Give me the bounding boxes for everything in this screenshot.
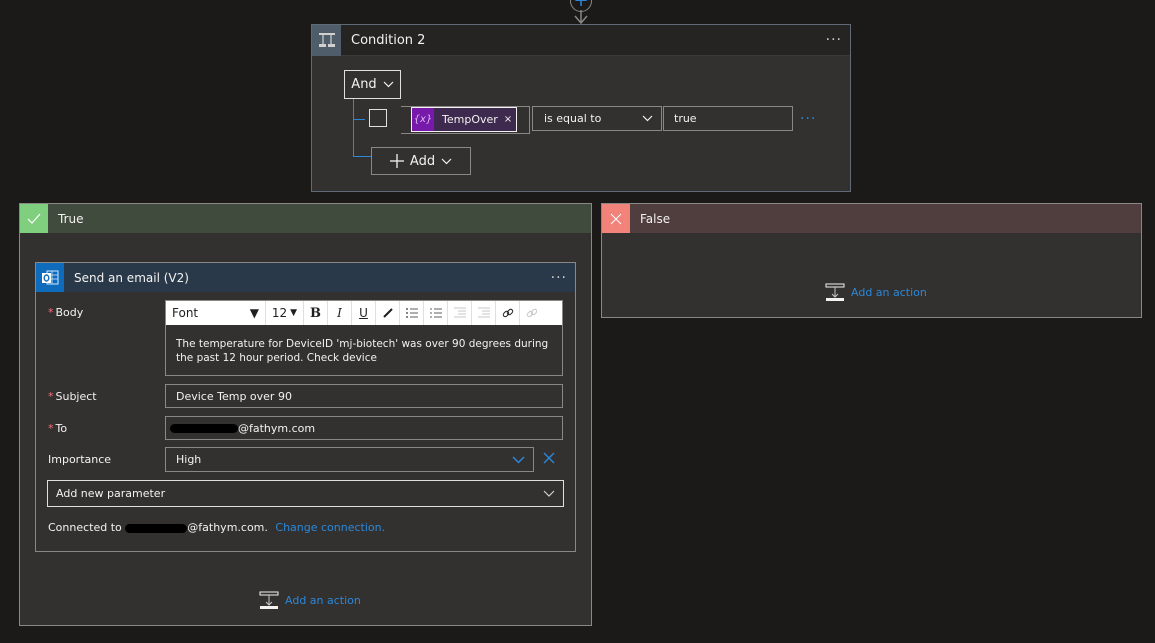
chevron-down-icon (512, 455, 525, 464)
operator-label: is equal to (544, 112, 602, 125)
required-marker: * (48, 422, 54, 435)
variable-icon: {x} (412, 108, 434, 131)
editor-toolbar: Font ▼ 12 ▼ B I U (166, 301, 562, 325)
unlink-icon (526, 308, 538, 318)
required-marker: * (48, 390, 54, 403)
dynamic-content-token[interactable]: {x} TempOver × (411, 107, 517, 132)
plus-icon (389, 154, 404, 168)
bullet-list-icon (405, 308, 418, 318)
body-label-text: Body (55, 306, 84, 319)
send-email-title[interactable]: Send an email (V2) (74, 271, 551, 285)
font-size-dropdown[interactable]: 12 ▼ (266, 301, 304, 325)
add-action-icon (825, 283, 845, 301)
chevron-down-icon (642, 115, 653, 122)
action-more-button[interactable]: ··· (551, 270, 575, 286)
decrease-indent-button[interactable] (472, 301, 496, 325)
redacted-email (125, 523, 188, 533)
false-branch: False Add an action (601, 203, 1142, 318)
false-add-action-button[interactable]: Add an action (825, 283, 927, 302)
tree-line (353, 99, 354, 156)
connection-prefix: Connected to (48, 521, 126, 534)
true-branch-header[interactable]: True (20, 204, 591, 233)
connection-suffix: @fathym.com. (187, 521, 268, 534)
add-action-icon (259, 591, 279, 609)
change-connection-link[interactable]: Change connection. (275, 521, 385, 534)
condition-icon (312, 24, 341, 56)
tree-line (353, 156, 371, 157)
indent-icon (453, 307, 466, 318)
false-branch-header[interactable]: False (602, 204, 1141, 233)
condition-header[interactable]: Condition 2 ··· (312, 24, 850, 56)
operator-dropdown[interactable]: is equal to (532, 106, 662, 131)
remove-link-button[interactable] (520, 301, 544, 325)
condition-card: Condition 2 ··· And {x} TempOver × is eq… (311, 24, 851, 192)
body-text[interactable]: The temperature for DeviceID 'mj-biotech… (166, 325, 562, 377)
body-rich-text-editor[interactable]: Font ▼ 12 ▼ B I U The temperature for De… (165, 300, 563, 376)
to-input[interactable]: @fathym.com (165, 416, 563, 440)
caret-down-icon: ▼ (249, 306, 259, 320)
add-action-label: Add an action (851, 286, 927, 299)
add-new-parameter-dropdown[interactable]: Add new parameter (47, 480, 564, 507)
redacted-email (170, 423, 238, 433)
increase-indent-button[interactable] (448, 301, 472, 325)
close-icon (602, 204, 630, 233)
body-label: * Body (48, 306, 83, 319)
add-condition-button[interactable]: Add (371, 147, 471, 175)
font-size-label: 12 (271, 306, 288, 320)
to-label-text: To (55, 422, 68, 435)
tree-line (353, 119, 365, 120)
row-select-checkbox[interactable] (369, 109, 387, 127)
token-remove-icon[interactable]: × (504, 114, 512, 125)
caret-down-icon: ▼ (290, 308, 298, 318)
font-label: Font (172, 306, 199, 320)
subject-input[interactable]: Device Temp over 90 (165, 384, 563, 408)
chevron-down-icon (383, 81, 394, 88)
condition-title[interactable]: Condition 2 (351, 33, 826, 48)
text-color-button[interactable] (376, 301, 400, 325)
connection-info: Connected to @fathym.com. Change connect… (48, 521, 385, 534)
subject-label-text: Subject (55, 390, 97, 403)
underline-button[interactable]: U (352, 301, 376, 325)
token-label: TempOver (442, 113, 498, 126)
group-operator-label: And (351, 77, 377, 92)
to-email-domain: @fathym.com (238, 421, 316, 435)
font-family-dropdown[interactable]: Font ▼ (166, 301, 266, 325)
pen-icon (382, 308, 393, 318)
true-branch-title: True (58, 211, 84, 226)
importance-label: Importance (48, 453, 112, 466)
condition-more-button[interactable]: ··· (826, 32, 850, 48)
italic-button[interactable]: I (328, 301, 352, 325)
remove-parameter-button[interactable] (543, 452, 555, 467)
outdent-icon (477, 307, 490, 318)
group-operator-dropdown[interactable]: And (344, 70, 401, 99)
right-operand-input[interactable]: true (663, 106, 793, 131)
false-branch-title: False (640, 211, 671, 226)
add-parameter-placeholder: Add new parameter (56, 487, 166, 500)
outlook-icon (36, 263, 64, 292)
chevron-down-icon (441, 158, 452, 164)
true-branch: True Send an email (V2) ··· * Body Font … (19, 203, 592, 626)
bold-button[interactable]: B (304, 301, 328, 325)
row-more-button[interactable]: ··· (800, 111, 816, 127)
add-label: Add (409, 153, 436, 169)
send-email-header[interactable]: Send an email (V2) ··· (36, 263, 575, 292)
numbered-list-icon (430, 308, 442, 318)
close-icon (543, 452, 555, 464)
arrow-down-icon (574, 10, 588, 24)
bulleted-list-button[interactable] (400, 301, 424, 325)
plus-icon: + (573, 0, 589, 11)
send-email-action-card: Send an email (V2) ··· * Body Font ▼ 12 ▼… (35, 262, 576, 552)
to-label: * To (48, 422, 67, 435)
checkmark-icon (20, 204, 48, 233)
add-action-label: Add an action (285, 594, 361, 607)
subject-label: * Subject (48, 390, 97, 403)
insert-link-button[interactable] (496, 301, 520, 325)
required-marker: * (48, 306, 54, 319)
chevron-down-icon (543, 490, 555, 497)
numbered-list-button[interactable] (424, 301, 448, 325)
true-add-action-button[interactable]: Add an action (259, 591, 361, 610)
link-icon (502, 308, 513, 318)
importance-dropdown[interactable]: High (165, 447, 534, 472)
importance-value: High (176, 453, 202, 466)
